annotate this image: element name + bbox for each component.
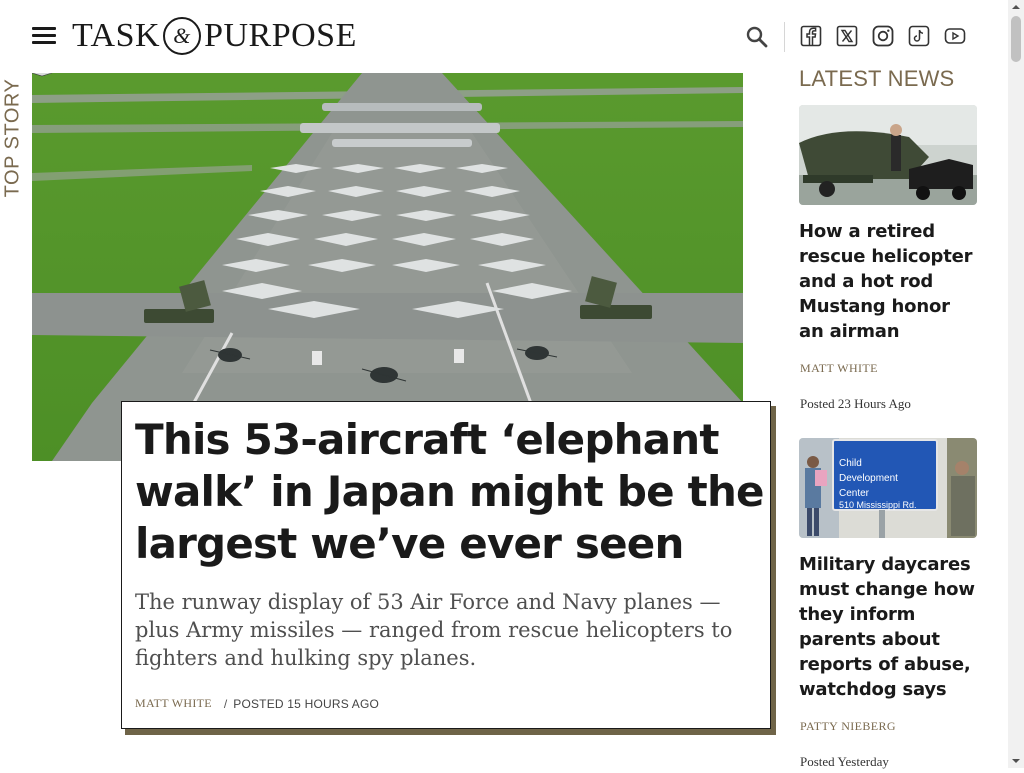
news-item-2-author[interactable]: PATTY NIEBERG (800, 719, 896, 734)
logo-text-purpose: PURPOSE (204, 17, 357, 54)
top-story-label: TOP STORY (1, 78, 24, 197)
x-icon[interactable] (836, 25, 860, 49)
sign-text-line-4: 510 Mississippi Rd. (839, 500, 917, 510)
top-story-card: This 53-aircraft ‘elephant walk’ in Japa… (121, 401, 771, 729)
site-header: TASK & PURPOSE (0, 0, 1008, 72)
facebook-icon[interactable] (800, 25, 824, 49)
scrollbar-thumb[interactable] (1011, 16, 1021, 62)
top-story-posted-time: POSTED 15 HOURS AGO (233, 696, 380, 711)
news-item-2-title[interactable]: Military daycares must change how they i… (799, 552, 979, 702)
scroll-down-arrow-icon[interactable] (1008, 754, 1024, 768)
page-scrollbar[interactable] (1008, 0, 1024, 768)
latest-news-heading: LATEST NEWS (799, 66, 955, 91)
youtube-icon[interactable] (944, 25, 968, 49)
byline-separator: / (223, 696, 228, 711)
site-logo[interactable]: TASK & PURPOSE (72, 16, 357, 56)
sign-text-line-2: Development (839, 473, 898, 484)
search-icon[interactable] (745, 25, 769, 49)
top-story-author[interactable]: MATT WHITE (135, 696, 212, 711)
tiktok-icon[interactable] (908, 25, 932, 49)
logo-text-task: TASK (72, 17, 161, 54)
logo-ampersand: & (163, 17, 202, 55)
top-story-headline[interactable]: This 53-aircraft ‘elephant walk’ in Japa… (135, 414, 765, 570)
top-story-dek: The runway display of 53 Air Force and N… (135, 590, 733, 670)
news-item-1-title[interactable]: How a retired rescue helicopter and a ho… (799, 219, 979, 344)
news-item-2-image[interactable]: Child Development Center 510 Mississippi… (799, 438, 977, 538)
news-item-1-author[interactable]: MATT WHITE (800, 361, 878, 376)
scroll-up-arrow-icon[interactable] (1008, 0, 1024, 14)
header-divider (784, 22, 785, 52)
top-story-label-text: TOP STORY (1, 78, 24, 197)
top-story-byline: MATT WHITE / POSTED 15 HOURS AGO (135, 696, 379, 711)
menu-icon[interactable] (32, 26, 56, 46)
news-item-1-posted-time: Posted 23 Hours Ago (800, 396, 911, 411)
sign-text-line-1: Child (839, 458, 862, 469)
news-item-1-image[interactable] (799, 105, 977, 205)
instagram-icon[interactable] (872, 25, 896, 49)
sign-text-line-3: Center (839, 488, 870, 499)
